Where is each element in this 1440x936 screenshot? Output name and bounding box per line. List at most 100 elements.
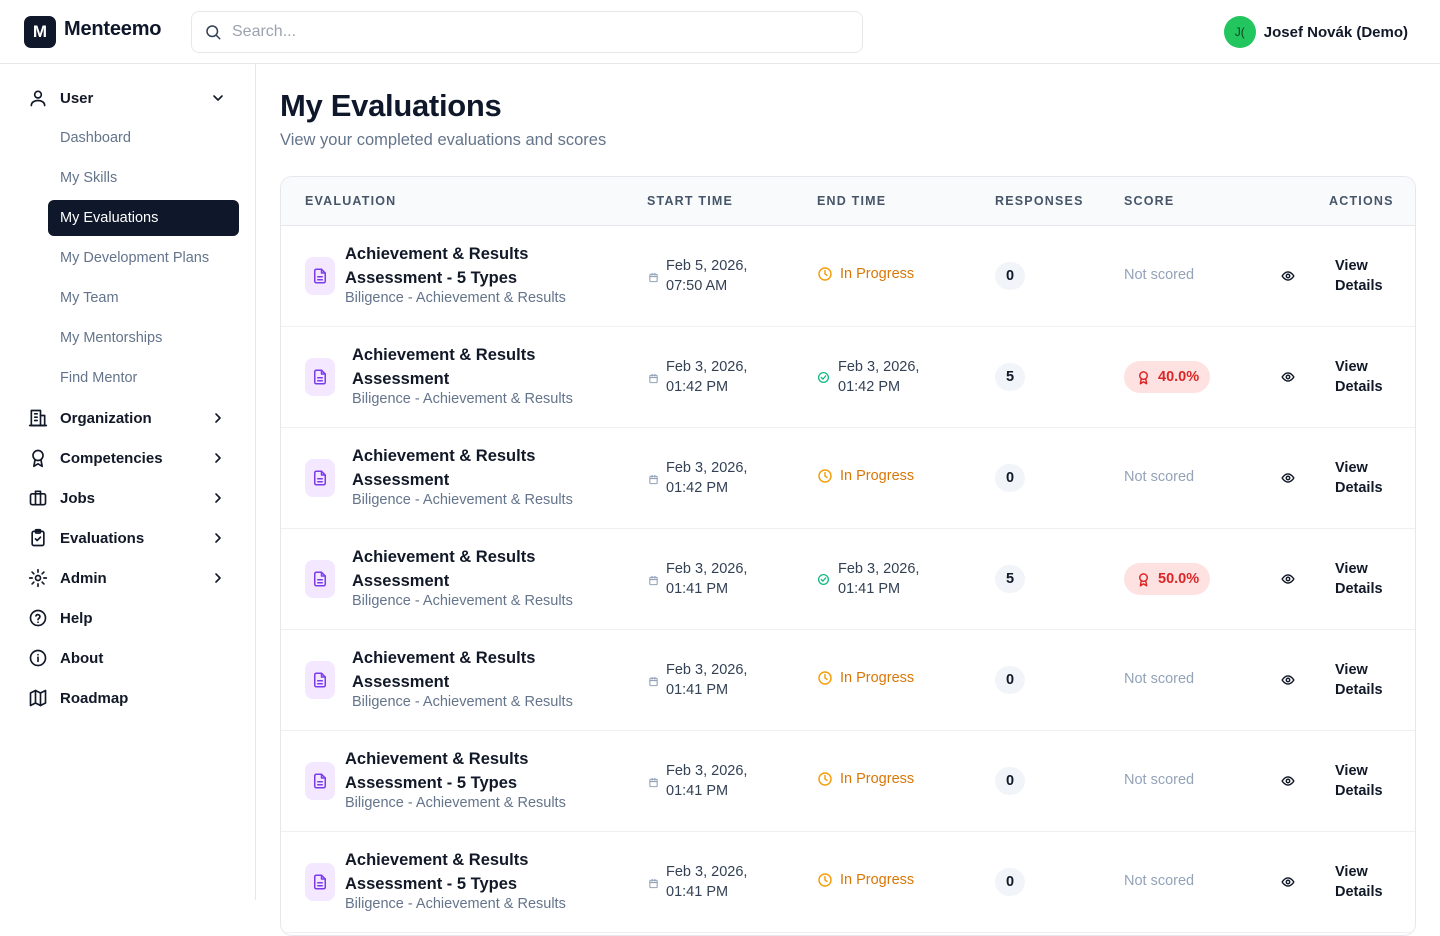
app-name[interactable]: Menteemo (64, 18, 162, 41)
view-details-button[interactable]: View Details (1281, 761, 1391, 801)
sidebar-item-my-mentorships[interactable]: My Mentorships (48, 320, 239, 356)
evaluation-title[interactable]: Achievement & Results Assessment - 5 Type… (345, 848, 605, 896)
view-details-button[interactable]: View Details (1281, 256, 1391, 296)
map-icon (28, 688, 48, 708)
column-header-start-time[interactable]: START TIME (647, 194, 733, 208)
sidebar-item-dashboard[interactable]: Dashboard (48, 120, 239, 156)
chevron-right-icon (215, 493, 221, 503)
sidebar-group-user[interactable]: User (24, 80, 240, 116)
document-icon (305, 257, 335, 295)
column-header-responses[interactable]: RESPONSES (995, 194, 1084, 208)
view-details-button[interactable]: View Details (1281, 357, 1391, 397)
view-details-label: View Details (1335, 662, 1383, 698)
document-icon (305, 459, 335, 497)
document-icon (305, 863, 335, 901)
sidebar: User Dashboard My Skills My Evaluations … (0, 64, 256, 900)
evaluation-title[interactable]: Achievement & Results Assessment (352, 545, 612, 593)
view-details-button[interactable]: View Details (1281, 458, 1391, 498)
document-icon (305, 560, 335, 598)
eye-icon (1281, 269, 1295, 283)
info-icon (28, 648, 48, 668)
view-details-label: View Details (1335, 359, 1383, 395)
award-icon (1136, 370, 1158, 385)
sidebar-group-evaluations[interactable]: Evaluations (24, 520, 240, 556)
end-time-text: Feb 3, 2026, 01:41 PM (838, 561, 920, 597)
user-name[interactable]: Josef Novák (Demo) (1264, 24, 1408, 41)
status-label: In Progress (840, 468, 915, 484)
sidebar-group-competencies[interactable]: Competencies (24, 440, 240, 476)
end-time-text: Feb 3, 2026, 01:42 PM (838, 359, 920, 395)
building-icon (28, 408, 48, 428)
document-icon (305, 762, 335, 800)
view-details-label: View Details (1335, 561, 1383, 597)
view-details-label: View Details (1335, 763, 1383, 799)
view-details-button[interactable]: View Details (1281, 862, 1391, 902)
sidebar-item-help[interactable]: Help (24, 600, 240, 636)
calendar-icon (648, 775, 659, 788)
sidebar-item-roadmap[interactable]: Roadmap (24, 680, 240, 716)
evaluation-subtitle: Biligence - Achievement & Results (345, 795, 566, 811)
sidebar-item-label: Roadmap (60, 689, 129, 707)
eye-icon (1281, 370, 1295, 384)
sidebar-item-my-development-plans[interactable]: My Development Plans (48, 240, 239, 276)
table-row[interactable]: Achievement & Results Assessment Biligence… (281, 630, 1415, 731)
score-value: 50.0% (1158, 571, 1200, 587)
sidebar-group-organization[interactable]: Organization (24, 400, 240, 436)
evaluation-title[interactable]: Achievement & Results Assessment (352, 343, 612, 391)
user-menu[interactable]: J( Josef Novák (Demo) (1223, 16, 1408, 48)
sidebar-group-label: Jobs (60, 489, 96, 507)
evaluation-title[interactable]: Achievement & Results Assessment - 5 Type… (345, 242, 605, 290)
not-scored-label: Not scored (1124, 873, 1195, 889)
sidebar-group-label: User (60, 89, 94, 107)
sidebar-item-my-skills[interactable]: My Skills (48, 160, 239, 196)
evaluation-title[interactable]: Achievement & Results Assessment (352, 444, 612, 492)
evaluation-subtitle: Biligence - Achievement & Results (352, 694, 573, 710)
responses-count: 5 (995, 363, 1025, 391)
app-logo[interactable]: M (24, 16, 56, 48)
sidebar-group-jobs[interactable]: Jobs (24, 480, 240, 516)
column-header-evaluation[interactable]: EVALUATION (305, 194, 396, 208)
document-icon (305, 358, 335, 396)
evaluation-title[interactable]: Achievement & Results Assessment (352, 646, 612, 694)
clock-icon (817, 266, 840, 282)
table-row[interactable]: Achievement & Results Assessment - 5 Type… (281, 731, 1415, 832)
page-subtitle: View your completed evaluations and scor… (280, 131, 607, 149)
search-icon (206, 25, 221, 40)
start-time: Feb 5, 2026, 07:50 AM (666, 258, 748, 294)
table-row[interactable]: Achievement & Results Assessment Biligence… (281, 529, 1415, 630)
sidebar-group-label: Organization (60, 409, 152, 427)
status-label: In Progress (840, 872, 915, 888)
sidebar-item-find-mentor[interactable]: Find Mentor (48, 360, 239, 396)
avatar[interactable]: J( (1223, 16, 1256, 48)
score-badge: 40.0% (1124, 361, 1211, 393)
table-row[interactable]: Achievement & Results Assessment Biligence… (281, 428, 1415, 529)
evaluation-title[interactable]: Achievement & Results Assessment - 5 Type… (345, 747, 605, 795)
evaluation-subtitle: Biligence - Achievement & Results (345, 290, 566, 306)
responses-count: 0 (995, 767, 1025, 795)
search-box[interactable] (191, 11, 863, 53)
table-row[interactable]: Achievement & Results Assessment Biligence… (281, 327, 1415, 428)
evaluation-subtitle: Biligence - Achievement & Results (352, 492, 573, 508)
sidebar-item-label: About (60, 649, 104, 667)
eye-icon (1281, 774, 1295, 788)
search-input[interactable] (232, 23, 832, 41)
chevron-right-icon (215, 573, 221, 583)
sidebar-item-label: Help (60, 609, 93, 627)
view-details-button[interactable]: View Details (1281, 559, 1391, 599)
status-in-progress: In Progress (817, 872, 914, 888)
table-row[interactable]: Achievement & Results Assessment - 5 Type… (281, 832, 1415, 933)
not-scored-label: Not scored (1124, 671, 1195, 687)
eye-icon (1281, 875, 1295, 889)
view-details-button[interactable]: View Details (1281, 660, 1391, 700)
column-header-score[interactable]: SCORE (1124, 194, 1174, 208)
sidebar-item-my-team[interactable]: My Team (48, 280, 239, 316)
column-header-end-time[interactable]: END TIME (817, 194, 886, 208)
status-in-progress: In Progress (817, 468, 914, 484)
sidebar-item-my-evaluations[interactable]: My Evaluations (48, 200, 239, 236)
sidebar-group-admin[interactable]: Admin (24, 560, 240, 596)
table-row[interactable]: Achievement & Results Assessment - 5 Type… (281, 226, 1415, 327)
status-label: In Progress (840, 771, 915, 787)
sidebar-group-label: Competencies (60, 449, 163, 467)
sidebar-item-about[interactable]: About (24, 640, 240, 676)
chevron-down-icon (213, 95, 223, 101)
